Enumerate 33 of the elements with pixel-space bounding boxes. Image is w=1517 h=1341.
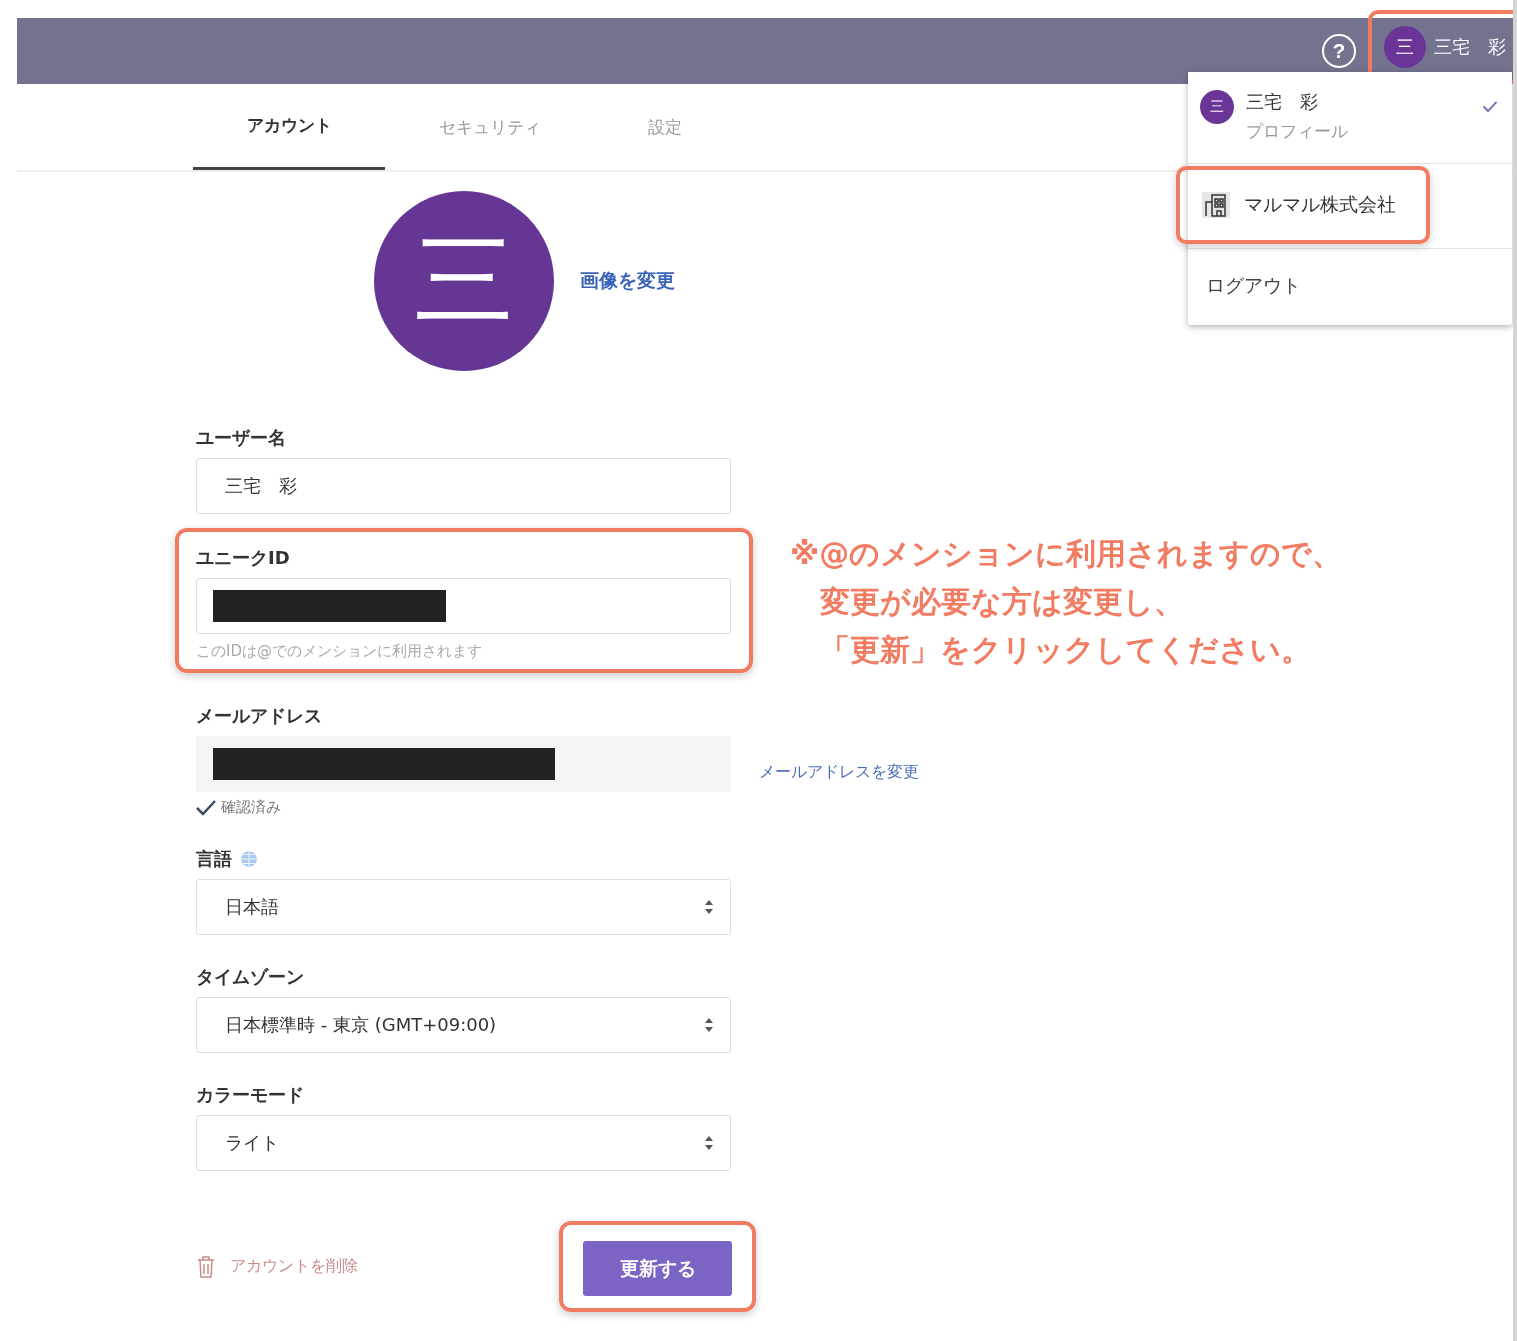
change-email-link[interactable]: メールアドレスを変更 [759,762,919,783]
select-field[interactable]: 日本標準時 - 東京 (GMT+09:00) [196,997,731,1053]
up-down-arrow-icon [704,899,714,915]
avatar-icon: 三 [1200,90,1234,124]
field-label: 言語 [196,847,232,871]
avatar-icon: 三 [1384,26,1426,68]
change-image-link[interactable]: 画像を変更 [580,268,675,294]
profile-label: プロフィール [1246,120,1349,143]
user-name: 三宅 彩 [1246,90,1319,114]
avatar-icon: 三 [374,191,554,371]
field-label: ユーザー名 [196,426,286,450]
input-field[interactable] [196,578,731,634]
profile-menu-item[interactable]: 三 三宅 彩 プロフィール [1188,72,1512,164]
field-label: メールアドレス [196,704,322,728]
up-down-arrow-icon [704,1135,714,1151]
organization-menu-item[interactable]: マルマル株式会社 [1180,170,1426,240]
input-field[interactable]: 三宅 彩 [196,458,731,514]
field-label: タイムゾーン [196,965,304,989]
tab[interactable]: アカウント [193,84,385,170]
select-field[interactable]: 日本語 [196,879,731,935]
help-icon[interactable]: ? [1322,34,1356,68]
update-button[interactable]: 更新する [583,1241,732,1296]
field-label: ユニークID [196,546,290,570]
annotation-note: ※@のメンションに利用されますので、 変更が必要な方は変更し、 「更新」をクリックしてください。 [790,535,1343,669]
user-name: 三宅 彩 [1434,35,1506,59]
verified-label: 確認済み [221,798,281,817]
field-hint: このIDは@でのメンションに利用されます [196,642,483,661]
select-field[interactable]: ライト [196,1115,731,1171]
trash-icon [196,1254,216,1279]
field-label: カラーモード [196,1083,304,1107]
logout-menu-item[interactable]: ログアウト [1188,249,1512,325]
up-down-arrow-icon [704,1017,714,1033]
building-icon [1202,192,1230,218]
